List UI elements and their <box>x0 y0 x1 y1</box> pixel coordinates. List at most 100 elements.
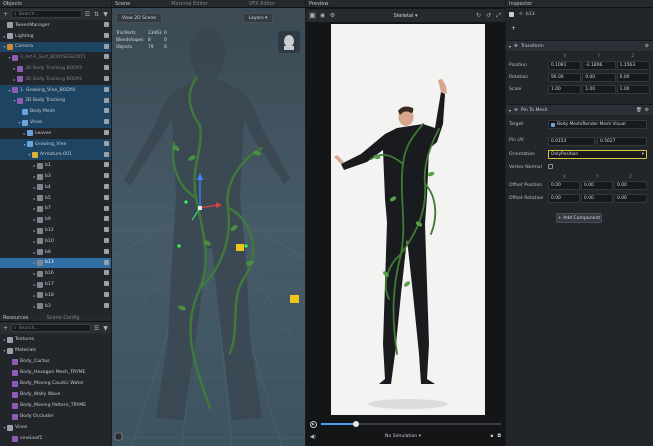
visibility-toggle-icon[interactable] <box>104 22 109 27</box>
object-item[interactable]: ▸ b5 <box>0 193 111 204</box>
offset-rotation-x[interactable]: 0.00 <box>548 194 580 203</box>
object-item[interactable]: ▾ 1. Growing_Vine_BODY0 <box>0 84 111 96</box>
visibility-toggle-icon[interactable] <box>104 108 109 114</box>
object-item[interactable]: ▸ Leaves <box>0 128 111 139</box>
gear-icon[interactable]: ⚙ <box>645 44 649 49</box>
object-item[interactable]: TweenManager <box>0 20 111 31</box>
visibility-toggle-icon[interactable] <box>104 205 109 211</box>
resource-item[interactable]: vineLeaf1 <box>0 433 111 444</box>
object-item[interactable]: ▸ b3 <box>0 301 111 312</box>
visibility-toggle-icon[interactable] <box>104 216 109 222</box>
visibility-toggle-icon[interactable] <box>104 129 109 135</box>
object-item[interactable]: ▸ b9 <box>0 214 111 225</box>
transform-value-field[interactable]: -2.1806 <box>582 60 616 70</box>
object-item[interactable]: ▸ b7 <box>0 204 111 215</box>
visibility-toggle-icon[interactable] <box>104 32 109 38</box>
object-item[interactable]: ▸ b8 <box>0 247 111 258</box>
delete-icon[interactable]: 🗑 <box>636 108 642 113</box>
camera-object-icon[interactable] <box>236 244 244 251</box>
object-item[interactable]: ▾ 3_Art-F_Surf_BODYSEGEDIT1 <box>0 52 111 63</box>
offset-position-z[interactable]: 0.00 <box>614 181 647 190</box>
gear-icon[interactable]: ⚙ <box>645 108 649 113</box>
visibility-toggle-icon[interactable] <box>104 173 109 179</box>
vfx-editor-tab[interactable]: VFX Editor <box>249 0 275 7</box>
play-icon[interactable]: ▶ <box>310 420 317 428</box>
preview-settings-icon[interactable]: ⚙ <box>329 12 336 19</box>
target-field[interactable]: Body Mesh/Render Mesh Visual <box>548 120 647 129</box>
simulation-dropdown[interactable]: No Simulation ▾ <box>316 434 490 439</box>
resource-item[interactable]: ▸ Textures <box>0 334 111 345</box>
visibility-toggle-icon[interactable] <box>104 270 109 276</box>
resource-item[interactable]: ▾ Vines <box>0 422 111 433</box>
collapse-icon[interactable]: ⇅ <box>93 11 100 18</box>
object-item[interactable]: ▸ b12 <box>0 225 111 236</box>
object-item[interactable]: ▸ Lighting <box>0 31 111 42</box>
list-view-icon[interactable]: ☰ <box>93 325 100 332</box>
vertex-normal-checkbox[interactable] <box>548 164 553 169</box>
object-item[interactable]: ▾ Growing_Vine <box>0 138 111 150</box>
fullscreen-icon[interactable]: ⤢ <box>495 12 502 19</box>
view-2d-scene-button[interactable]: View 2D Scene <box>116 13 162 23</box>
transform-value-field[interactable]: 0.1081 <box>548 60 582 70</box>
filter-icon[interactable]: ▼ <box>102 325 109 332</box>
visibility-toggle-icon[interactable] <box>104 291 109 297</box>
visibility-toggle-icon[interactable] <box>104 140 109 146</box>
visibility-toggle-icon[interactable] <box>104 162 109 168</box>
add-component-button[interactable]: + Add Component <box>556 213 602 223</box>
pin-to-mesh-header[interactable]: ▾ ⊕ Pin To Mesh 🗑 ⚙ <box>506 104 653 115</box>
transform-value-field[interactable]: 90.00 <box>548 72 582 82</box>
object-name-field[interactable]: b13 <box>526 12 535 17</box>
transform-value-field[interactable]: 0.00 <box>582 72 616 82</box>
scene-config-tab[interactable]: Scene Config <box>47 314 80 321</box>
resource-item[interactable]: Body_Wally Wave <box>0 389 111 400</box>
visibility-toggle-icon[interactable] <box>104 259 109 265</box>
timeline-handle[interactable] <box>353 421 360 427</box>
add-object-icon[interactable]: + <box>2 11 9 18</box>
orientation-dropdown[interactable]: OnlyPosition ▾ <box>548 150 647 159</box>
object-item[interactable]: ▸ b18 <box>0 290 111 301</box>
head-placeholder-icon[interactable] <box>278 31 300 53</box>
layers-dropdown[interactable]: Layers ▾ <box>243 13 273 23</box>
checkbox-icon[interactable] <box>509 12 514 17</box>
resources-search-input[interactable]: ⌕ Search... <box>11 324 91 332</box>
object-item[interactable]: ▾ Camera <box>0 41 111 53</box>
filter-icon[interactable]: ▼ <box>102 11 109 18</box>
refresh-icon[interactable]: ↻ <box>475 12 482 19</box>
visibility-toggle-icon[interactable] <box>104 281 109 287</box>
transform-header[interactable]: ▾ ✥ Transform ⚙ <box>506 40 653 51</box>
timeline-slider[interactable] <box>321 421 501 427</box>
object-item[interactable]: ▸ b1 <box>0 160 111 171</box>
resource-item[interactable]: Body Occluder <box>0 411 111 422</box>
object-item[interactable]: ▸ b4 <box>0 182 111 193</box>
offset-rotation-y[interactable]: 0.00 <box>581 194 613 203</box>
light-object-icon[interactable] <box>290 295 299 303</box>
object-item[interactable]: ▸ 3D Body Tracking BODY0 <box>0 74 111 85</box>
add-component-icon[interactable]: + <box>511 25 516 32</box>
material-editor-tab[interactable]: Material Editor <box>171 0 208 7</box>
object-item[interactable]: ▸ b17 <box>0 279 111 290</box>
transform-value-field[interactable]: 1.00 <box>582 84 616 94</box>
resource-item[interactable]: ▾ Materials <box>0 345 111 356</box>
object-item[interactable]: ▸ b10 <box>0 236 111 247</box>
visibility-toggle-icon[interactable] <box>104 119 109 125</box>
visibility-toggle-icon[interactable] <box>104 227 109 233</box>
add-resource-icon[interactable]: + <box>2 325 9 332</box>
transform-value-field[interactable]: 1.00 <box>548 84 582 94</box>
offset-rotation-z[interactable]: 0.00 <box>614 194 647 203</box>
resource-item[interactable]: Body_Moving Pattern_TRYME <box>0 400 111 411</box>
transform-value-field[interactable]: 1.1563 <box>616 60 650 70</box>
visibility-toggle-icon[interactable] <box>104 97 109 103</box>
visibility-toggle-icon[interactable] <box>104 194 109 200</box>
offset-position-x[interactable]: 0.00 <box>548 181 580 190</box>
preview-mode-dropdown[interactable]: Skeletal ▾ <box>339 13 472 19</box>
object-item[interactable]: ▾ 3D Body Tracking <box>0 95 111 107</box>
object-item[interactable]: ▸ b13 <box>0 257 111 269</box>
pin-uv-x-field[interactable]: 0.0153 <box>548 137 595 146</box>
visibility-toggle-icon[interactable] <box>104 237 109 243</box>
pin-uv-y-field[interactable]: 0.5627 <box>597 137 647 146</box>
list-view-icon[interactable]: ☰ <box>84 11 91 18</box>
visibility-toggle-icon[interactable] <box>104 183 109 189</box>
objects-search-input[interactable]: ⌕ Search... <box>11 10 82 18</box>
object-item[interactable]: Body Mesh <box>0 106 111 118</box>
record-icon[interactable]: ▪ <box>490 434 493 439</box>
